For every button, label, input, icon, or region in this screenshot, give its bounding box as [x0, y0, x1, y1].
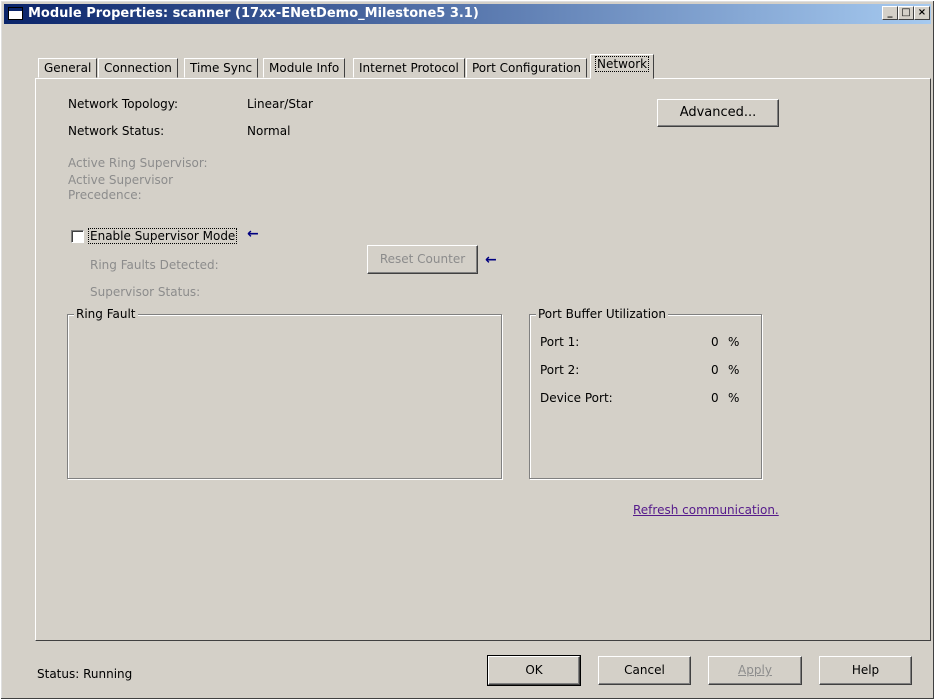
ring-fault-title: Ring Fault: [74, 307, 138, 321]
maximize-button[interactable]: □: [898, 6, 914, 20]
active-ring-supervisor-label: Active Ring Supervisor:: [68, 156, 208, 170]
tab-general[interactable]: General: [38, 58, 98, 78]
port-2-unit: %: [728, 363, 740, 377]
network-status-label: Network Status:: [68, 124, 165, 138]
status-text: Status: Running: [37, 667, 133, 681]
port-2-label: Port 2:: [540, 363, 580, 377]
tab-port-configuration[interactable]: Port Configuration: [466, 58, 587, 78]
tab-module-info[interactable]: Module Info: [263, 58, 346, 78]
active-supervisor-precedence-label: Active Supervisor Precedence:: [68, 173, 174, 202]
tab-connection[interactable]: Connection: [98, 58, 178, 78]
port-1-value: 0: [711, 335, 719, 349]
minimize-button[interactable]: _: [882, 6, 898, 20]
tab-time-sync[interactable]: Time Sync: [184, 58, 259, 78]
window-icon: [8, 7, 23, 20]
network-topology-value: Linear/Star: [247, 97, 313, 111]
port-2-value: 0: [711, 363, 719, 377]
tab-network-label: Network: [594, 56, 650, 72]
window-title: Module Properties: scanner (17xx-ENetDem…: [28, 6, 479, 21]
device-port-label: Device Port:: [540, 391, 613, 405]
device-port-value: 0: [711, 391, 719, 405]
arrow-left-icon: ←: [485, 252, 497, 268]
ok-button[interactable]: OK: [487, 655, 581, 686]
device-port-unit: %: [728, 391, 740, 405]
apply-button[interactable]: Apply: [708, 656, 802, 685]
refresh-communication-link[interactable]: Refresh communication.: [633, 503, 779, 517]
ring-faults-detected-label: Ring Faults Detected:: [90, 258, 219, 272]
tab-network[interactable]: Network: [590, 54, 655, 79]
module-properties-dialog: Module Properties: scanner (17xx-ENetDem…: [0, 0, 935, 700]
port-buffer-utilization-title: Port Buffer Utilization: [536, 307, 668, 321]
network-status-value: Normal: [247, 124, 291, 138]
enable-supervisor-mode-checkbox[interactable]: [71, 230, 84, 243]
port-1-unit: %: [728, 335, 740, 349]
port-1-label: Port 1:: [540, 335, 580, 349]
ring-fault-group: Ring Fault: [67, 307, 502, 479]
title-bar[interactable]: Module Properties: scanner (17xx-ENetDem…: [4, 4, 931, 24]
cancel-button[interactable]: Cancel: [598, 656, 691, 685]
advanced-button[interactable]: Advanced...: [657, 99, 779, 127]
supervisor-status-label: Supervisor Status:: [90, 285, 201, 299]
close-button[interactable]: ×: [914, 6, 930, 20]
arrow-left-icon: ←: [247, 226, 259, 242]
tab-internet-protocol[interactable]: Internet Protocol: [353, 58, 465, 78]
help-button[interactable]: Help: [819, 656, 912, 685]
reset-counter-button[interactable]: Reset Counter: [367, 245, 478, 274]
network-topology-label: Network Topology:: [68, 97, 179, 111]
enable-supervisor-mode-label[interactable]: Enable Supervisor Mode: [87, 228, 238, 244]
